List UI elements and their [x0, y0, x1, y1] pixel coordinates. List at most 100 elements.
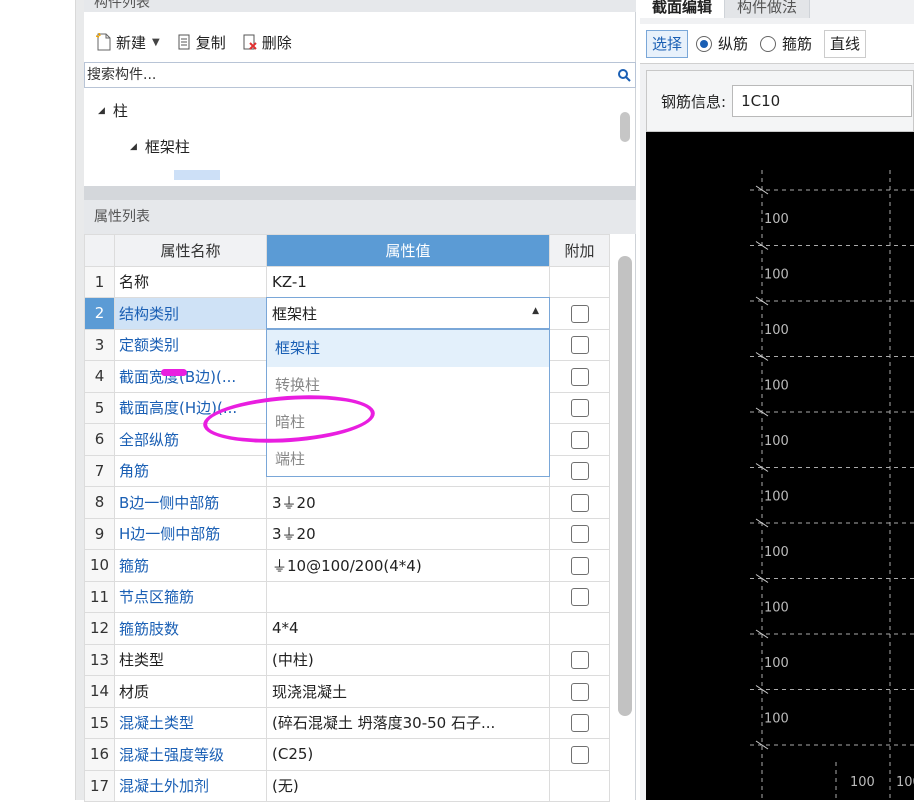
property-name[interactable]: 箍筋肢数: [114, 612, 267, 645]
chevron-up-icon[interactable]: ▲: [532, 306, 539, 316]
property-value[interactable]: ⏚10@100/200(4*4): [266, 549, 550, 582]
dimension-label: 100: [764, 267, 789, 282]
table-row[interactable]: 10 箍筋 ⏚10@100/200(4*4): [84, 549, 610, 582]
section-canvas[interactable]: 钢筋信息: 1C10 100 100 100 100 100 100 100 100 100 10…: [646, 70, 914, 800]
extra-cell: [549, 549, 610, 582]
table-row[interactable]: 11 节点区箍筋: [84, 580, 610, 613]
tree-scrollbar[interactable]: [620, 112, 630, 142]
extra-cell: [549, 297, 610, 330]
radio-checked-icon[interactable]: [696, 35, 713, 52]
table-row[interactable]: 14 材质 现浇混凝土: [84, 675, 610, 708]
property-name[interactable]: 角筋: [114, 454, 267, 487]
table-row[interactable]: 12 箍筋肢数 4*4: [84, 612, 610, 645]
row-index: 14: [84, 675, 115, 708]
property-value[interactable]: (中柱): [266, 643, 550, 676]
property-name[interactable]: 节点区箍筋: [114, 580, 267, 613]
tree-selected-item[interactable]: [174, 170, 220, 180]
panel-divider[interactable]: [84, 186, 636, 200]
table-row[interactable]: 16 混凝土强度等级 (C25): [84, 738, 610, 771]
radio-longitudinal[interactable]: 纵筋: [696, 33, 748, 54]
header-property-value[interactable]: 属性值: [266, 234, 550, 267]
property-name[interactable]: 混凝土类型: [114, 706, 267, 739]
panel-splitter[interactable]: [76, 0, 84, 800]
property-value[interactable]: 现浇混凝土: [266, 675, 550, 708]
property-name[interactable]: 材质: [114, 675, 267, 708]
header-property-name[interactable]: 属性名称: [114, 234, 267, 267]
property-name[interactable]: 混凝土外加剂: [114, 769, 267, 802]
line-tool-button[interactable]: 直线: [824, 29, 867, 58]
table-row[interactable]: 8 B边一侧中部筋 3⏚20: [84, 486, 610, 519]
extra-checkbox[interactable]: [570, 493, 589, 512]
extra-checkbox[interactable]: [570, 399, 589, 417]
search-icon[interactable]: [613, 64, 635, 86]
extra-checkbox[interactable]: [570, 682, 589, 701]
row-index: 16: [84, 738, 115, 771]
radio-unchecked-icon[interactable]: [760, 35, 777, 52]
property-name[interactable]: 名称: [114, 265, 267, 298]
property-scrollbar[interactable]: [618, 256, 632, 716]
property-name[interactable]: 定额类别: [114, 328, 267, 361]
property-value[interactable]: (无): [266, 769, 550, 802]
table-row[interactable]: 15 混凝土类型 (碎石混凝土 坍落度30-50 石子...: [84, 706, 610, 739]
dropdown-option[interactable]: 端柱: [267, 441, 549, 478]
collapse-triangle-icon[interactable]: ◢: [98, 96, 105, 126]
delete-icon: [242, 33, 258, 51]
table-row[interactable]: 17 混凝土外加剂 (无): [84, 769, 610, 802]
property-value[interactable]: 4*4: [266, 612, 550, 645]
property-value[interactable]: 3⏚20: [266, 517, 550, 550]
property-name[interactable]: 截面宽度(B边)(...: [114, 360, 267, 393]
property-name[interactable]: 箍筋: [114, 549, 267, 582]
row-index: 6: [84, 423, 115, 456]
copy-button-label: 复制: [195, 33, 226, 52]
extra-checkbox[interactable]: [570, 304, 589, 323]
extra-checkbox[interactable]: [570, 556, 589, 575]
dimension-label: 100: [764, 656, 789, 671]
extra-checkbox[interactable]: [570, 714, 589, 732]
property-name[interactable]: 结构类别: [114, 297, 267, 330]
property-name[interactable]: 柱类型: [114, 643, 267, 676]
delete-button[interactable]: 删除: [236, 28, 298, 56]
tree-node-column[interactable]: ◢ 柱: [98, 96, 128, 126]
property-value[interactable]: KZ-1: [266, 265, 550, 298]
property-value[interactable]: [266, 580, 550, 613]
tree-node-label: 柱: [112, 102, 128, 120]
tree-node-frame-column[interactable]: ◢ 框架柱: [130, 132, 190, 162]
table-row[interactable]: 9 H边一侧中部筋 3⏚20: [84, 517, 610, 550]
property-name[interactable]: 混凝土强度等级: [114, 738, 267, 771]
component-tree: ◢ 柱 ◢ 框架柱: [84, 90, 636, 180]
property-value[interactable]: (C25): [266, 738, 550, 771]
extra-checkbox[interactable]: [570, 430, 589, 449]
dropdown-option[interactable]: 框架柱: [267, 330, 549, 367]
component-toolbar: 新建 ▼ 复制 删除: [84, 26, 636, 58]
rebar-info-input[interactable]: 1C10: [732, 85, 913, 117]
mode-toolbar: 选择 纵筋 箍筋 直线: [640, 24, 914, 64]
extra-checkbox[interactable]: [570, 336, 589, 354]
property-list-title: 属性列表: [84, 200, 636, 234]
tab-component-method[interactable]: 构件做法: [725, 0, 811, 18]
structure-type-combo[interactable]: 框架柱 ▲: [266, 297, 550, 329]
property-name[interactable]: H边一侧中部筋: [114, 517, 267, 550]
property-name[interactable]: B边一侧中部筋: [114, 486, 267, 519]
chevron-down-icon[interactable]: ▼: [152, 37, 160, 48]
header-extra[interactable]: 附加: [549, 234, 610, 267]
table-row[interactable]: 1 名称 KZ-1: [84, 265, 610, 298]
search-input[interactable]: [85, 64, 613, 86]
extra-checkbox[interactable]: [570, 525, 589, 543]
collapse-triangle-icon[interactable]: ◢: [130, 132, 137, 162]
extra-checkbox[interactable]: [570, 745, 589, 764]
property-value[interactable]: 3⏚20: [266, 486, 550, 519]
radio-stirrup[interactable]: 箍筋: [760, 33, 812, 54]
table-row[interactable]: 13 柱类型 (中柱): [84, 643, 610, 676]
radio-label: 纵筋: [718, 35, 749, 53]
copy-button[interactable]: 复制: [170, 28, 232, 56]
extra-checkbox[interactable]: [570, 367, 589, 386]
new-button[interactable]: 新建 ▼: [90, 28, 166, 56]
select-mode-button[interactable]: 选择: [646, 29, 689, 58]
extra-checkbox[interactable]: [570, 651, 589, 669]
dimension-label: 100: [764, 378, 789, 393]
extra-checkbox[interactable]: [570, 462, 589, 480]
extra-checkbox[interactable]: [570, 588, 589, 606]
tab-section-edit[interactable]: 截面编辑: [640, 0, 726, 18]
property-value[interactable]: (碎石混凝土 坍落度30-50 石子...: [266, 706, 550, 739]
left-panel-blank: [0, 0, 76, 800]
